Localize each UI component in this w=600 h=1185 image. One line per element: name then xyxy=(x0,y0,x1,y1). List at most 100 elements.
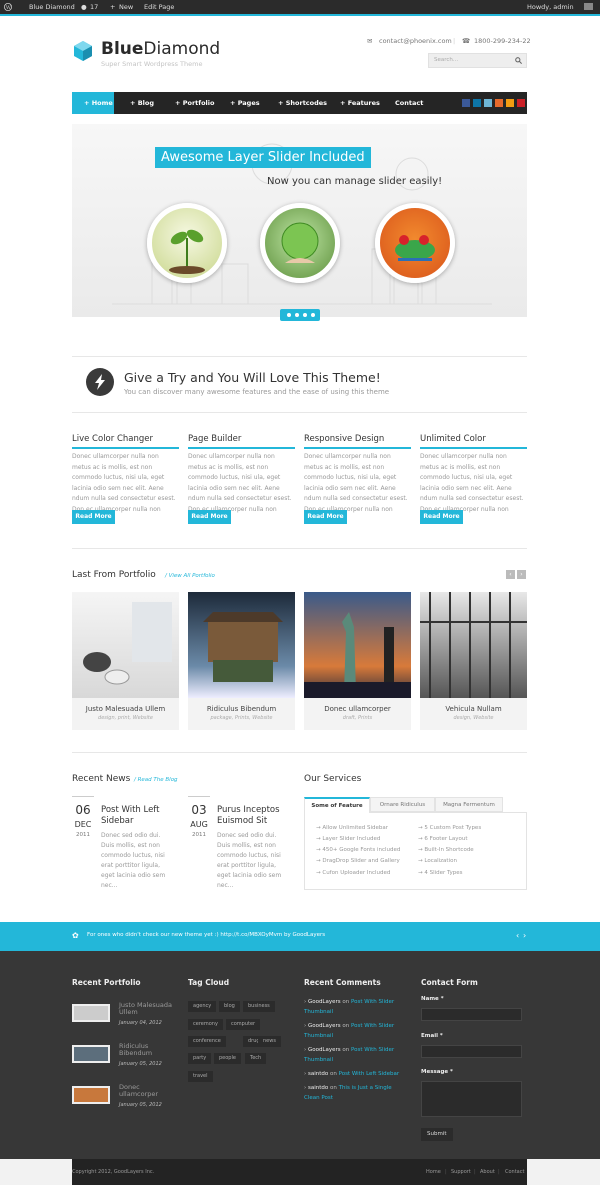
slider-title: Awesome Layer Slider Included xyxy=(155,147,371,168)
logo-text[interactable]: BlueDiamond xyxy=(101,39,220,59)
avatar[interactable] xyxy=(584,3,593,10)
edit-page-link[interactable]: Edit Page xyxy=(144,3,174,11)
linkedin-icon[interactable] xyxy=(473,99,481,107)
divider xyxy=(72,412,527,413)
read-more-button[interactable]: Read More xyxy=(420,510,463,524)
logo-icon[interactable] xyxy=(72,40,94,62)
nav-shortcodes[interactable]: + Shortcodes xyxy=(278,92,327,114)
tab-some-of-feature[interactable]: Some of Feature xyxy=(304,797,370,813)
comment-post-link[interactable]: Post With Left Sidebar xyxy=(339,1071,400,1077)
service-item: → DragDrop Slider and Gallery xyxy=(316,858,400,864)
view-all-portfolio-link[interactable]: / View All Portfolio xyxy=(165,573,215,579)
nav-pages[interactable]: + Pages xyxy=(230,92,260,114)
stumbleupon-icon[interactable] xyxy=(484,99,492,107)
portfolio-image[interactable] xyxy=(304,592,411,698)
nav-portfolio[interactable]: + Portfolio xyxy=(175,92,214,114)
feature-underline xyxy=(188,447,295,449)
read-more-button[interactable]: Read More xyxy=(188,510,231,524)
tag[interactable]: ceremony xyxy=(188,1019,223,1030)
tag[interactable]: business xyxy=(243,1001,275,1012)
tag[interactable]: party xyxy=(188,1053,212,1064)
service-item: → Localization xyxy=(418,858,457,864)
recent-portfolio-title[interactable]: Justo Malesuada Ullem xyxy=(119,1002,179,1016)
recent-portfolio-thumb[interactable] xyxy=(72,1045,110,1063)
nav-features[interactable]: + Features xyxy=(340,92,380,114)
read-the-blog-link[interactable]: / Read The Blog xyxy=(134,777,178,783)
message-textarea[interactable] xyxy=(421,1081,522,1117)
recent-portfolio-thumb[interactable] xyxy=(72,1004,110,1022)
slider-dot[interactable] xyxy=(303,313,307,317)
howdy-user[interactable]: Howdy, admin xyxy=(527,3,574,11)
comments-icon[interactable]: ● xyxy=(81,3,87,11)
portfolio-image[interactable] xyxy=(72,592,179,698)
tag[interactable]: travel xyxy=(188,1071,213,1082)
tab-magna-fermentum[interactable]: Magna Fermentum xyxy=(435,797,503,812)
name-input[interactable] xyxy=(421,1008,522,1021)
email-input[interactable] xyxy=(421,1045,522,1058)
nav-home[interactable]: + Home xyxy=(72,92,114,114)
tweet-prev-icon[interactable]: ‹ xyxy=(516,931,519,940)
news-excerpt: Donec sed odio dui. Duis mollis, est non… xyxy=(217,832,282,889)
portfolio-item-title[interactable]: Donec ullamcorper xyxy=(304,698,411,713)
facebook-icon[interactable] xyxy=(462,99,470,107)
portfolio-item-title[interactable]: Justo Malesuada Ullem xyxy=(72,698,179,713)
portfolio-image[interactable] xyxy=(420,592,527,698)
svg-text:W: W xyxy=(6,5,11,11)
twitter-icon: ✿ xyxy=(72,931,79,940)
digg-icon[interactable] xyxy=(495,99,503,107)
phone-icon: ☎ xyxy=(462,37,471,45)
tweet-text[interactable]: For ones who didn't check our new theme … xyxy=(87,932,325,938)
slider-dot[interactable] xyxy=(311,313,315,317)
footer-link-divider: | xyxy=(445,1169,447,1175)
recent-portfolio-title[interactable]: Ridiculus Bibendum xyxy=(119,1043,179,1057)
tag[interactable]: agency xyxy=(188,1001,217,1012)
tag[interactable]: blog xyxy=(219,1001,240,1012)
submit-button[interactable]: Submit xyxy=(421,1128,453,1141)
feature-underline xyxy=(304,447,411,449)
footer-link-contact[interactable]: Contact xyxy=(505,1169,524,1175)
nav-blog[interactable]: + Blog xyxy=(130,92,154,114)
comments-count[interactable]: 17 xyxy=(90,3,98,11)
rss-icon[interactable] xyxy=(506,99,514,107)
date-line xyxy=(72,796,94,797)
slider-dot[interactable] xyxy=(287,313,291,317)
main-nav: + Home + Blog + Portfolio + Pages + Shor… xyxy=(72,92,527,114)
recent-comment: › GoodLayers on Post With Slider Thumbna… xyxy=(304,999,395,1015)
portfolio-item-title[interactable]: Ridiculus Bibendum xyxy=(188,698,295,713)
tweet-next-icon[interactable]: › xyxy=(523,931,526,940)
wordpress-icon[interactable]: W xyxy=(4,3,12,13)
news-year: 2011 xyxy=(192,832,206,838)
read-more-button[interactable]: Read More xyxy=(304,510,347,524)
news-post-title[interactable]: Post With Left Sidebar xyxy=(101,805,176,827)
search-icon[interactable] xyxy=(515,57,522,64)
tag[interactable]: Tech xyxy=(245,1053,267,1064)
slider-pagination[interactable] xyxy=(280,309,320,321)
tab-ornare-ridiculus[interactable]: Ornare Ridiculus xyxy=(370,797,435,812)
next-arrow-icon[interactable]: › xyxy=(517,570,526,579)
date-line xyxy=(188,796,210,797)
header-email[interactable]: contact@phoenix.com xyxy=(379,37,452,45)
portfolio-image[interactable] xyxy=(188,592,295,698)
prev-arrow-icon[interactable]: ‹ xyxy=(506,570,515,579)
news-month: AUG xyxy=(190,820,208,829)
slider-dot[interactable] xyxy=(295,313,299,317)
news-post-title[interactable]: Purus Inceptos Euismod Sit xyxy=(217,805,292,827)
tag[interactable]: news xyxy=(258,1036,281,1047)
footer-link-about[interactable]: About xyxy=(480,1169,495,1175)
tag[interactable]: people xyxy=(214,1053,241,1064)
pinterest-icon[interactable] xyxy=(517,99,525,107)
new-link[interactable]: New xyxy=(119,3,133,11)
copyright-text: Copyright 2012, GoodLayers Inc. xyxy=(72,1169,155,1175)
recent-comment: › GoodLayers on Post With Slider Thumbna… xyxy=(304,1047,395,1063)
site-name-link[interactable]: Blue Diamond xyxy=(29,3,75,11)
tag[interactable]: conference xyxy=(188,1036,226,1047)
search-input[interactable]: Search... xyxy=(428,53,527,68)
recent-portfolio-title[interactable]: Donec ullamcorper xyxy=(119,1084,179,1098)
recent-portfolio-thumb[interactable] xyxy=(72,1086,110,1104)
tag[interactable]: computer xyxy=(226,1019,261,1030)
footer-link-home[interactable]: Home xyxy=(426,1169,441,1175)
portfolio-item-title[interactable]: Vehicula Nullam xyxy=(420,698,527,713)
nav-contact[interactable]: Contact xyxy=(395,92,423,114)
read-more-button[interactable]: Read More xyxy=(72,510,115,524)
footer-link-support[interactable]: Support xyxy=(451,1169,471,1175)
